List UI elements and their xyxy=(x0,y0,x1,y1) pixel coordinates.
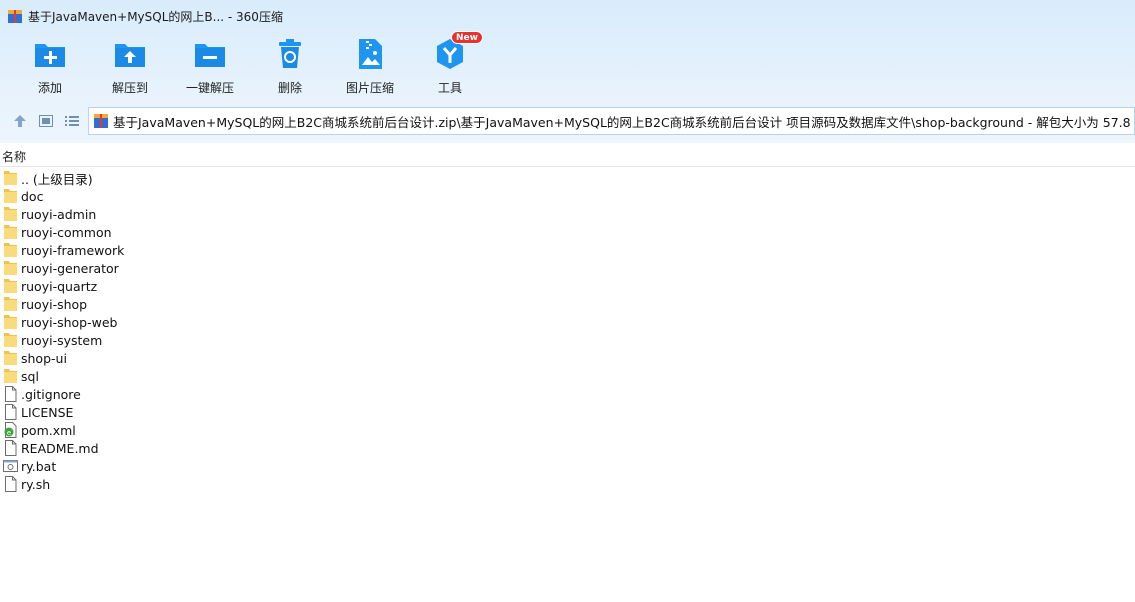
address-row: 基于JavaMaven+MySQL的网上B2C商城系统前后台设计.zip\基于J… xyxy=(0,107,1135,135)
list-item-name: ruoyi-generator xyxy=(21,260,119,276)
window-title: 基于JavaMaven+MySQL的网上B... - 360压缩 xyxy=(28,9,283,24)
list-header: 名称 xyxy=(0,145,1135,167)
file-icon xyxy=(3,386,18,402)
delete-icon xyxy=(273,37,307,71)
list-item[interactable]: .. (上级目录) xyxy=(3,169,124,187)
list-item[interactable]: ruoyi-generator xyxy=(3,259,124,277)
list-item-name: sql xyxy=(21,368,39,384)
extract-to-button[interactable]: 解压到 xyxy=(90,37,170,96)
list-item-name: .gitignore xyxy=(21,386,81,402)
extract-to-icon xyxy=(113,37,147,71)
file-icon xyxy=(3,440,18,456)
file-icon xyxy=(3,404,18,420)
list-item[interactable]: ruoyi-admin xyxy=(3,205,124,223)
app-logo-icon xyxy=(8,9,22,23)
address-bar[interactable]: 基于JavaMaven+MySQL的网上B2C商城系统前后台设计.zip\基于J… xyxy=(88,107,1135,135)
delete-button[interactable]: 删除 xyxy=(250,37,330,96)
archive-icon xyxy=(93,113,109,129)
list-item[interactable]: doc xyxy=(3,187,124,205)
list-item-name: ruoyi-framework xyxy=(21,242,125,258)
image-compress-button[interactable]: 图片压缩 xyxy=(330,37,410,96)
list-item[interactable]: ruoyi-framework xyxy=(3,241,124,259)
image-compress-icon xyxy=(353,37,387,71)
list-item[interactable]: ruoyi-quartz xyxy=(3,277,124,295)
tools-button[interactable]: New 工具 xyxy=(410,31,490,96)
title-bar: 基于JavaMaven+MySQL的网上B... - 360压缩 xyxy=(0,0,1135,32)
list-item[interactable]: ry.sh xyxy=(3,475,124,493)
folder-icon xyxy=(3,278,18,294)
batch-file-icon xyxy=(3,458,18,474)
list-item[interactable]: ry.bat xyxy=(3,457,124,475)
tools-label: 工具 xyxy=(437,81,462,95)
top-panel: 基于JavaMaven+MySQL的网上B... - 360压缩 添加 解压到 … xyxy=(0,0,1135,143)
xml-file-icon: e xyxy=(3,422,18,438)
one-click-extract-label: 一键解压 xyxy=(185,81,234,95)
list-item[interactable]: README.md xyxy=(3,439,124,457)
list-item-name: ruoyi-system xyxy=(21,332,103,348)
delete-label: 删除 xyxy=(277,81,302,95)
list-item[interactable]: ruoyi-shop xyxy=(3,295,124,313)
folder-icon xyxy=(3,206,18,222)
list-item-name: doc xyxy=(21,188,44,204)
toolbar: 添加 解压到 一键解压 删除 图片压缩 New 工具 xyxy=(10,31,490,96)
folder-icon xyxy=(3,296,18,312)
folder-icon xyxy=(3,188,18,204)
tools-icon: New xyxy=(433,31,483,71)
file-icon xyxy=(3,476,18,492)
list-item[interactable]: .gitignore xyxy=(3,385,124,403)
folder-icon xyxy=(3,350,18,366)
list-item-name: ry.sh xyxy=(21,476,51,492)
add-button[interactable]: 添加 xyxy=(10,37,90,96)
list-item-name: ruoyi-shop-web xyxy=(21,314,118,330)
list-item-name: ruoyi-admin xyxy=(21,206,97,222)
folder-icon xyxy=(3,224,18,240)
file-list: .. (上级目录) doc ruoyi-admin ruoyi-common ruoyi… xyxy=(3,169,124,493)
list-item[interactable]: ruoyi-common xyxy=(3,223,124,241)
one-click-extract-icon xyxy=(193,37,227,71)
folder-icon xyxy=(3,314,18,330)
list-item[interactable]: e pom.xml xyxy=(3,421,124,439)
new-badge: New xyxy=(451,31,483,44)
folder-icon xyxy=(3,170,18,186)
list-item-name: ruoyi-common xyxy=(21,224,112,240)
image-compress-label: 图片压缩 xyxy=(345,81,394,95)
list-item[interactable]: LICENSE xyxy=(3,403,124,421)
list-item-name: LICENSE xyxy=(21,404,74,420)
svg-text:e: e xyxy=(7,429,11,437)
address-path: 基于JavaMaven+MySQL的网上B2C商城系统前后台设计.zip\基于J… xyxy=(113,114,1134,130)
up-arrow-icon[interactable] xyxy=(12,113,28,129)
column-header-name[interactable]: 名称 xyxy=(2,148,26,165)
folder-icon xyxy=(3,332,18,348)
list-item-name: .. (上级目录) xyxy=(21,171,93,187)
list-item-name: ry.bat xyxy=(21,458,57,474)
list-item[interactable]: ruoyi-shop-web xyxy=(3,313,124,331)
list-item-name: pom.xml xyxy=(21,422,76,438)
list-item-name: shop-ui xyxy=(21,350,67,366)
folder-icon xyxy=(3,242,18,258)
list-view-icon[interactable] xyxy=(64,113,80,129)
one-click-extract-button[interactable]: 一键解压 xyxy=(170,37,250,96)
add-icon xyxy=(33,37,67,71)
folder-icon xyxy=(3,368,18,384)
list-item[interactable]: sql xyxy=(3,367,124,385)
list-item[interactable]: ruoyi-system xyxy=(3,331,124,349)
list-item-name: README.md xyxy=(21,440,99,456)
add-label: 添加 xyxy=(37,81,62,95)
extract-to-label: 解压到 xyxy=(111,81,148,95)
thumbnail-view-icon[interactable] xyxy=(38,113,54,129)
folder-icon xyxy=(3,260,18,276)
list-item-name: ruoyi-quartz xyxy=(21,278,98,294)
list-item[interactable]: shop-ui xyxy=(3,349,124,367)
list-item-name: ruoyi-shop xyxy=(21,296,88,312)
